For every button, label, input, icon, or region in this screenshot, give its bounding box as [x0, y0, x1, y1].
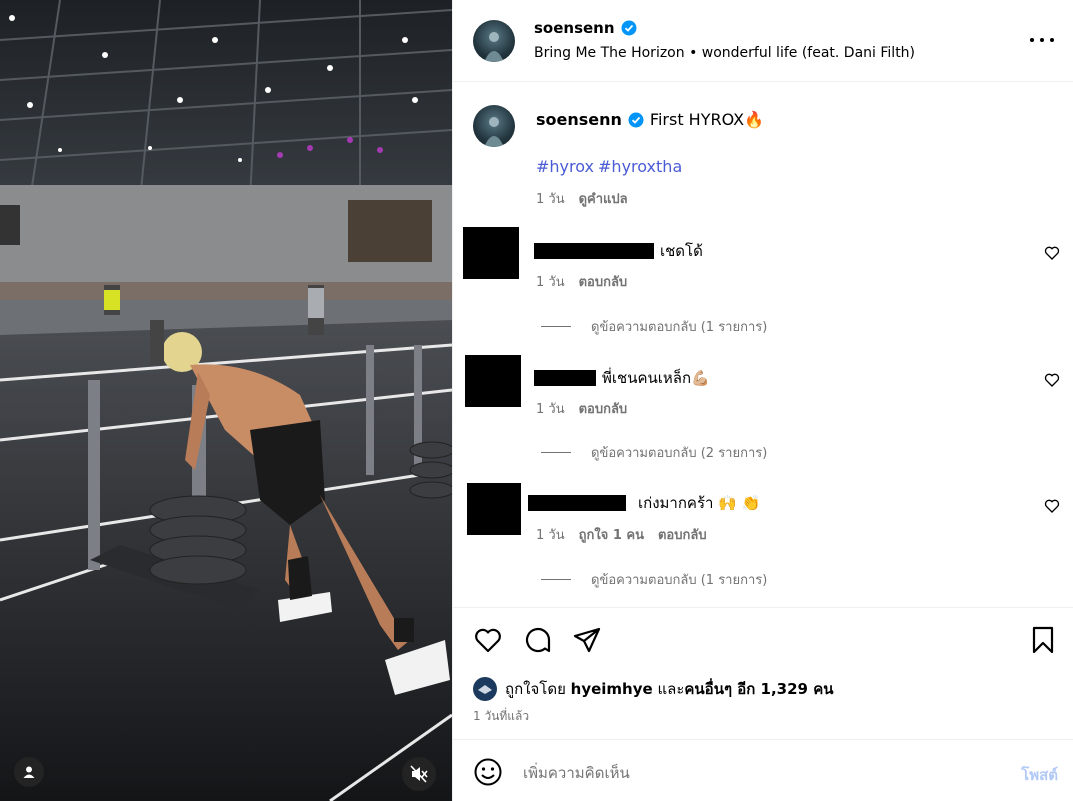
hashtag-link[interactable]: #hyrox — [536, 157, 594, 176]
comment-avatar[interactable] — [467, 483, 521, 535]
mute-button[interactable] — [402, 757, 436, 791]
share-icon[interactable] — [572, 625, 602, 655]
video-frame — [0, 0, 452, 801]
comment-line: เก่งมากคร้า 🙌 👏 — [528, 491, 761, 515]
emoji-icon[interactable] — [473, 757, 503, 787]
verified-icon — [621, 20, 637, 36]
comment-meta: 1 วัน ตอบกลับ — [536, 271, 627, 292]
comment-like-icon[interactable] — [1044, 498, 1060, 514]
mute-icon — [410, 765, 428, 783]
comment-line: พี่เชนคนเหล็ก💪🏼 — [534, 366, 710, 390]
caption-hashtags: #hyrox #hyroxtha — [536, 157, 686, 176]
post-media[interactable] — [0, 0, 452, 801]
comment-like-icon[interactable] — [1044, 245, 1060, 261]
verified-icon — [628, 112, 644, 127]
comment-line: เชดโด้ — [534, 239, 703, 263]
view-replies-button[interactable]: ดูข้อความตอบกลับ (1 รายการ) — [541, 569, 767, 590]
caption-avatar[interactable] — [473, 105, 515, 147]
comment-age: 1 วัน — [536, 275, 565, 290]
redacted-username — [534, 243, 654, 259]
author-username[interactable]: soensenn — [534, 19, 615, 37]
comment-likes-count[interactable]: ถูกใจ 1 คน — [579, 524, 644, 545]
liker-username[interactable]: hyeimhye — [571, 680, 653, 698]
comments-section[interactable]: soensenn First HYROX🔥 #hyrox #hyroxtha 1 … — [453, 83, 1073, 606]
reply-button[interactable]: ตอบกลับ — [658, 524, 707, 545]
post-time: 1 วันที่แล้ว — [473, 709, 530, 723]
author-avatar[interactable] — [473, 20, 515, 62]
music-track[interactable]: Bring Me The Horizon • wonderful life (f… — [534, 45, 915, 61]
fire-emoji: 🔥 — [744, 110, 765, 129]
celebration-emoji: 🙌 👏 — [718, 494, 761, 512]
likes-summary: ถูกใจโดย hyeimhye และคนอื่นๆ อีก 1,329 ค… — [473, 677, 834, 701]
caption-line: soensenn First HYROX🔥 — [536, 110, 764, 129]
action-bar: ถูกใจโดย hyeimhye และคนอื่นๆ อีก 1,329 ค… — [453, 607, 1073, 739]
comment-meta: 1 วัน ถูกใจ 1 คน ตอบกลับ — [536, 524, 707, 545]
reply-button[interactable]: ตอบกลับ — [579, 398, 628, 419]
hashtag-link[interactable]: #hyroxtha — [598, 157, 682, 176]
view-replies-label: ดูข้อความตอบกลับ (1 รายการ) — [591, 573, 768, 588]
caption-meta: 1 วัน ดูคำแปล — [536, 188, 628, 209]
comment-meta: 1 วัน ตอบกลับ — [536, 398, 627, 419]
redacted-username — [528, 495, 626, 511]
post-sidebar: soensenn Bring Me The Horizon • wonderfu… — [452, 0, 1073, 801]
comment-avatar[interactable] — [463, 227, 519, 279]
comment-text: เชดโด้ — [660, 242, 703, 260]
heart-icon[interactable] — [473, 625, 503, 655]
more-options-button[interactable] — [1030, 30, 1054, 50]
comment-text: พี่เชนคนเหล็ก💪🏼 — [602, 369, 710, 387]
likes-text: ถูกใจโดย hyeimhye และคนอื่นๆ อีก 1,329 ค… — [505, 680, 834, 698]
view-replies-button[interactable]: ดูข้อความตอบกลับ (1 รายการ) — [541, 316, 767, 337]
comment-avatar[interactable] — [465, 355, 521, 407]
redacted-username — [534, 370, 596, 386]
view-replies-label: ดูข้อความตอบกลับ (2 รายการ) — [591, 446, 768, 461]
view-replies-label: ดูข้อความตอบกลับ (1 รายการ) — [591, 320, 768, 335]
comment-age: 1 วัน — [536, 528, 565, 543]
flexed-biceps-emoji: 💪🏼 — [691, 369, 710, 387]
user-tag-icon — [23, 766, 35, 778]
comment-composer: โพสต์ — [453, 739, 1073, 801]
see-translation-link[interactable]: ดูคำแปล — [579, 188, 628, 209]
view-replies-button[interactable]: ดูข้อความตอบกลับ (2 รายการ) — [541, 442, 767, 463]
post-comment-button[interactable]: โพสต์ — [1021, 763, 1058, 787]
caption-text: First HYROX🔥 — [649, 110, 765, 129]
comment-input[interactable] — [523, 759, 993, 787]
caption-username[interactable]: soensenn — [536, 110, 622, 129]
comment-text: เก่งมากคร้า 🙌 👏 — [638, 494, 761, 512]
reply-button[interactable]: ตอบกลับ — [579, 271, 628, 292]
post-dialog: soensenn Bring Me The Horizon • wonderfu… — [0, 0, 1073, 801]
liker-avatar[interactable] — [473, 677, 497, 701]
tagged-users-button[interactable] — [14, 757, 44, 787]
author-username-row: soensenn — [534, 19, 637, 37]
post-header: soensenn Bring Me The Horizon • wonderfu… — [453, 0, 1073, 82]
comment-icon[interactable] — [523, 625, 553, 655]
others-likes-link[interactable]: คนอื่นๆ อีก 1,329 คน — [684, 680, 833, 698]
comment-like-icon[interactable] — [1044, 372, 1060, 388]
caption-age: 1 วัน — [536, 192, 565, 207]
bookmark-icon[interactable] — [1028, 625, 1058, 655]
comment-age: 1 วัน — [536, 402, 565, 417]
more-icon — [1030, 38, 1034, 42]
